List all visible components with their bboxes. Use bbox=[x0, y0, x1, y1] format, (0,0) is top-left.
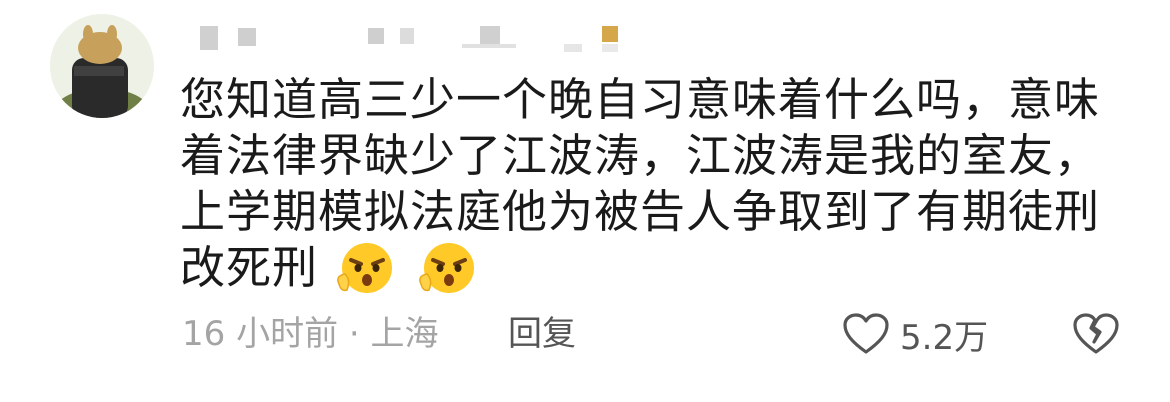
reply-button[interactable]: 回复 bbox=[508, 312, 576, 356]
angry-emoji-icon bbox=[333, 240, 399, 296]
comment-text: 您知道高三少一个晚自习意味着什么吗，意味 着法律界缺少了江波涛，江波涛是我的室友… bbox=[180, 72, 1100, 296]
dislike-button[interactable] bbox=[1070, 308, 1122, 360]
comment-line: 上学期模拟法庭他为被告人争取到了有期徒刑 bbox=[180, 185, 1101, 238]
broken-heart-icon bbox=[1073, 313, 1119, 354]
heart-icon bbox=[843, 313, 889, 354]
comment-line: 您知道高三少一个晚自习意味着什么吗，意味 bbox=[180, 73, 1101, 126]
username-mosaic[interactable] bbox=[196, 20, 636, 56]
comment-item: 您知道高三少一个晚自习意味着什么吗，意味 着法律界缺少了江波涛，江波涛是我的室友… bbox=[0, 0, 1170, 402]
time-location: 16 小时前 · 上海 bbox=[182, 314, 439, 354]
like-button[interactable]: 5.2万 bbox=[842, 308, 988, 360]
comment-line: 改死刑 bbox=[180, 241, 319, 294]
avatar-image bbox=[50, 14, 154, 118]
angry-emoji-icon bbox=[415, 240, 481, 296]
comment-line: 着法律界缺少了江波涛，江波涛是我的室友， bbox=[180, 129, 1101, 182]
like-count: 5.2万 bbox=[900, 317, 989, 358]
avatar[interactable] bbox=[50, 14, 154, 118]
comment-line-last: 改死刑 bbox=[180, 240, 1100, 296]
